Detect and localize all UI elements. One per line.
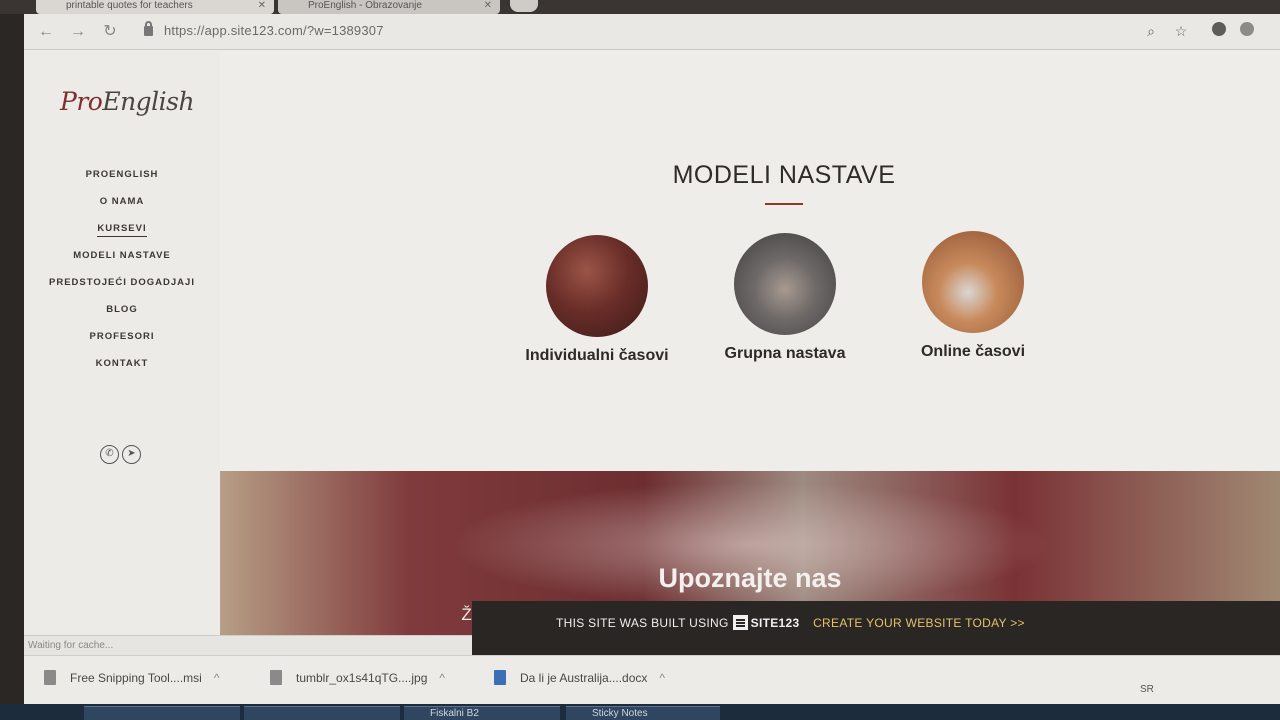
chevron-up-icon[interactable]: ^ bbox=[439, 671, 445, 685]
logo-part-english: English bbox=[102, 87, 195, 116]
sidebar: ProEnglish PROENGLISH O NAMA KURSEVI MOD… bbox=[24, 51, 220, 655]
os-taskbar: Fiskalni B2 Sticky Notes SR bbox=[0, 684, 1280, 720]
nav-item-o-nama[interactable]: O NAMA bbox=[24, 188, 220, 215]
word-file-icon bbox=[494, 670, 506, 685]
card-individualni-casovi[interactable]: Individualni časovi bbox=[497, 235, 697, 365]
card-label: Grupna nastava bbox=[724, 345, 846, 362]
card-label: Online časovi bbox=[920, 343, 1026, 360]
chevron-up-icon[interactable]: ^ bbox=[214, 671, 220, 685]
bookmark-star-icon[interactable]: ☆ bbox=[1172, 22, 1190, 40]
address-bar[interactable]: https://app.site123.com/?w=1389307 bbox=[164, 23, 384, 38]
nav-label: KURSEVI bbox=[97, 223, 147, 237]
nav-item-modeli-nastave[interactable]: MODELI NASTAVE bbox=[24, 242, 220, 269]
card-label: Individualni časovi bbox=[525, 347, 669, 364]
download-name: Da li je Australija....docx bbox=[520, 671, 648, 685]
site123-logo-icon bbox=[732, 615, 748, 630]
new-tab-button[interactable] bbox=[510, 0, 538, 12]
web-page: ProEnglish PROENGLISH O NAMA KURSEVI MOD… bbox=[24, 51, 1280, 655]
browser-tab-active[interactable]: ProEnglish - Obrazovanje ✕ bbox=[278, 0, 500, 14]
language-indicator[interactable]: SR bbox=[1140, 684, 1154, 695]
hero-title: Upoznajte nas bbox=[658, 563, 842, 593]
nav-label: O NAMA bbox=[99, 196, 145, 207]
tab-title: ProEnglish - Obrazovanje bbox=[308, 0, 422, 11]
download-item[interactable]: tumblr_ox1s41qTG....jpg ^ bbox=[270, 670, 445, 685]
card-photo[interactable] bbox=[734, 233, 836, 335]
sidebar-nav: PROENGLISH O NAMA KURSEVI MODELI NASTAVE… bbox=[24, 161, 220, 377]
taskbar-item[interactable] bbox=[244, 706, 400, 720]
lock-icon[interactable] bbox=[144, 21, 153, 36]
create-website-link[interactable]: CREATE YOUR WEBSITE TODAY >> bbox=[813, 616, 1025, 630]
download-item[interactable]: Free Snipping Tool....msi ^ bbox=[44, 670, 219, 685]
site123-promo-bar: THIS SITE WAS BUILT USING SITE123 CREATE … bbox=[472, 601, 1280, 655]
tab-strip: printable quotes for teachers ✕ ProEngli… bbox=[0, 0, 1280, 14]
chevron-up-icon[interactable]: ^ bbox=[659, 671, 665, 685]
title-divider bbox=[765, 203, 803, 205]
close-tab-icon[interactable]: ✕ bbox=[484, 0, 492, 12]
built-using-text: THIS SITE WAS BUILT USING bbox=[556, 616, 729, 630]
nav-item-profesori[interactable]: PROFESORI bbox=[24, 323, 220, 350]
browser-toolbar: ← → ↻ https://app.site123.com/?w=1389307… bbox=[24, 14, 1280, 50]
nav-item-blog[interactable]: BLOG bbox=[24, 296, 220, 323]
card-photo[interactable] bbox=[922, 231, 1024, 333]
profile-icon[interactable] bbox=[1238, 22, 1256, 40]
site-logo[interactable]: ProEnglish bbox=[60, 87, 195, 116]
social-links: ✆ ➤ bbox=[100, 443, 144, 464]
image-file-icon bbox=[270, 670, 282, 685]
nav-label: PREDSTOJEĆI DOGADJAJI bbox=[49, 277, 195, 288]
taskbar-item[interactable] bbox=[84, 706, 240, 720]
browser-window: ← → ↻ https://app.site123.com/?w=1389307… bbox=[24, 14, 1280, 704]
card-grupna-nastava[interactable]: Grupna nastava bbox=[685, 233, 885, 363]
taskbar-item[interactable]: Sticky Notes bbox=[566, 706, 720, 720]
download-item[interactable]: Da li je Australija....docx ^ bbox=[494, 670, 665, 685]
site123-brand: SITE123 bbox=[750, 616, 800, 630]
extension-icon[interactable] bbox=[1210, 22, 1228, 40]
phone-icon[interactable]: ✆ bbox=[100, 445, 119, 464]
nav-item-kontakt[interactable]: KONTAKT bbox=[24, 350, 220, 377]
close-tab-icon[interactable]: ✕ bbox=[258, 0, 266, 12]
download-name: Free Snipping Tool....msi bbox=[70, 671, 202, 685]
forward-icon[interactable]: → bbox=[68, 22, 88, 42]
reload-icon[interactable]: ↻ bbox=[100, 22, 120, 42]
back-icon[interactable]: ← bbox=[36, 22, 56, 42]
taskbar-item[interactable]: Fiskalni B2 bbox=[404, 706, 560, 720]
status-bar: Waiting for cache... bbox=[24, 635, 472, 655]
card-online-casovi[interactable]: Online časovi bbox=[873, 231, 1073, 361]
send-icon[interactable]: ➤ bbox=[122, 445, 141, 464]
nav-label: PROENGLISH bbox=[85, 169, 159, 180]
nav-label: KONTAKT bbox=[95, 358, 149, 369]
tab-title: printable quotes for teachers bbox=[66, 0, 193, 11]
nav-label: MODELI NASTAVE bbox=[73, 250, 171, 261]
logo-part-pro: Pro bbox=[60, 87, 103, 116]
section-title: MODELI NASTAVE bbox=[672, 161, 896, 189]
card-photo[interactable] bbox=[546, 235, 648, 337]
installer-file-icon bbox=[44, 670, 56, 685]
downloads-shelf: Free Snipping Tool....msi ^ tumblr_ox1s41… bbox=[24, 655, 1280, 704]
download-name: tumblr_ox1s41qTG....jpg bbox=[296, 671, 428, 685]
browser-tab[interactable]: printable quotes for teachers ✕ bbox=[36, 0, 274, 14]
nav-item-proenglish[interactable]: PROENGLISH bbox=[24, 161, 220, 188]
zoom-icon[interactable]: ⌕ bbox=[1142, 22, 1160, 40]
nav-label: PROFESORI bbox=[89, 331, 155, 342]
nav-item-predstojeci-dogadjaji[interactable]: PREDSTOJEĆI DOGADJAJI bbox=[24, 269, 220, 296]
nav-item-kursevi[interactable]: KURSEVI bbox=[24, 215, 220, 242]
nav-label: BLOG bbox=[106, 304, 138, 315]
